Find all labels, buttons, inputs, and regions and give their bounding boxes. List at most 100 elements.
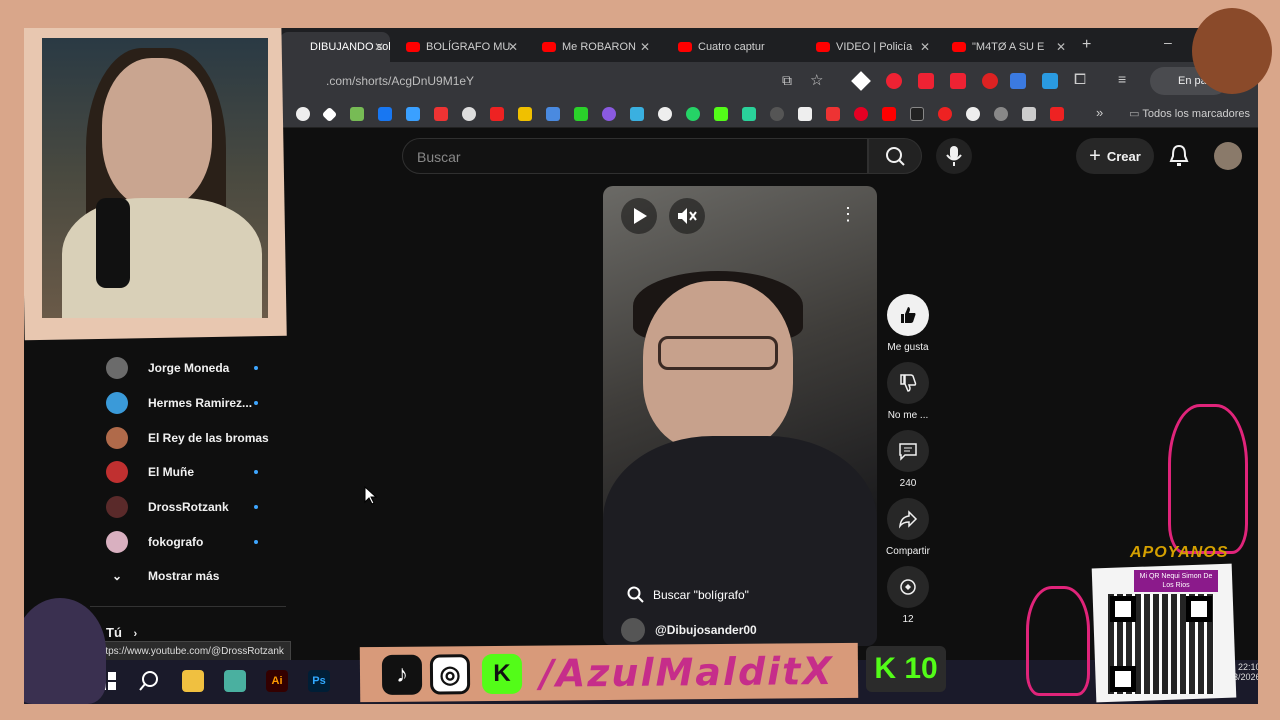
short-channel[interactable]: @Dibujosander00	[621, 618, 757, 642]
bookmark-icon[interactable]	[434, 107, 448, 121]
demon-doodle	[1026, 586, 1090, 696]
sidebar-subscription[interactable]: Hermes Ramirez...	[106, 389, 258, 417]
reading-list-icon[interactable]: ≡	[1118, 71, 1126, 87]
new-tab-icon[interactable]: +	[1082, 36, 1091, 54]
url-input[interactable]: .com/shorts/AcgDnU9M1eY	[326, 74, 474, 88]
bookmark-icon[interactable]	[658, 107, 672, 121]
bookmark-icon[interactable]	[1022, 107, 1036, 121]
taskbar-search-icon[interactable]	[138, 670, 160, 692]
extension-icon[interactable]	[851, 71, 871, 91]
close-tab-icon[interactable]: ✕	[1056, 40, 1066, 54]
sidebar-subscription[interactable]: fokografo	[106, 528, 258, 556]
bookmark-icon[interactable]	[490, 107, 504, 121]
grim-reaper-sticker	[14, 598, 106, 704]
extensions-puzzle-icon[interactable]: ⧠	[1074, 71, 1086, 88]
bookmark-icon[interactable]	[518, 107, 532, 121]
bookmark-icon[interactable]	[966, 107, 980, 121]
search-button[interactable]	[868, 138, 922, 174]
more-bookmarks-icon[interactable]: »	[1096, 105, 1103, 120]
file-explorer-icon[interactable]	[182, 670, 204, 692]
tab-4[interactable]: VIDEO | Policía ✕	[806, 32, 936, 62]
pinterest-icon[interactable]	[854, 107, 868, 121]
tab-1[interactable]: BOLÍGRAFO MU ✕	[396, 32, 524, 62]
bookmark-icon[interactable]	[826, 107, 840, 121]
like-button[interactable]: Me gusta	[886, 294, 930, 353]
extension-icon[interactable]	[886, 73, 902, 89]
bookmark-icon[interactable]	[321, 106, 338, 123]
notifications-bell-icon[interactable]	[1168, 144, 1190, 168]
show-more-button[interactable]: ⌄ Mostrar más	[106, 562, 219, 590]
streamer-webcam	[42, 38, 268, 318]
dislike-button[interactable]: No me ...	[886, 362, 930, 421]
subscription-name: DrossRotzank	[148, 500, 229, 514]
bookmark-icon[interactable]	[1050, 107, 1064, 121]
comment-icon	[887, 430, 929, 472]
bookmark-star-icon[interactable]: ☆	[810, 71, 823, 89]
whatsapp-icon[interactable]	[686, 107, 700, 121]
close-tab-icon[interactable]: ✕	[640, 40, 650, 54]
frame-left	[0, 0, 24, 720]
subscription-name: Hermes Ramirez...	[148, 396, 253, 410]
create-button[interactable]: + Crear	[1076, 138, 1154, 174]
sidebar-subscription[interactable]: El Rey de las bromas	[106, 424, 269, 452]
close-tab-icon[interactable]: ✕	[920, 40, 930, 54]
bookmark-icon[interactable]	[910, 107, 924, 121]
facebook-icon[interactable]	[378, 107, 392, 121]
search-input[interactable]: Buscar	[402, 138, 868, 174]
comments-button[interactable]: 240	[886, 430, 930, 489]
all-bookmarks-folder[interactable]: ▭ Todos los marcadores	[1129, 107, 1250, 120]
extension-icon[interactable]	[950, 73, 966, 89]
qr-finder	[1110, 596, 1136, 622]
tab-0[interactable]: DIBUJANDO sol ✕	[280, 32, 390, 62]
extension-icon[interactable]	[918, 73, 934, 89]
share-button[interactable]: Compartir	[886, 498, 930, 557]
bookmark-icon[interactable]	[798, 107, 812, 121]
bookmark-icon[interactable]	[630, 107, 644, 121]
mute-button[interactable]	[669, 198, 705, 234]
bookmark-icon[interactable]	[546, 107, 560, 121]
minimize-icon[interactable]: –	[1164, 34, 1172, 50]
illustrator-icon[interactable]: Ai	[266, 670, 288, 692]
tab-3[interactable]: Cuatro captur	[668, 32, 804, 62]
sidebar-subscription[interactable]: El Muñe	[106, 458, 258, 486]
sidebar-subscription[interactable]: DrossRotzank	[106, 493, 258, 521]
bookmark-icon[interactable]	[574, 107, 588, 121]
tab-2[interactable]: Me ROBARON ✕	[532, 32, 656, 62]
bookmark-icon[interactable]	[602, 107, 616, 121]
close-tab-icon[interactable]: ✕	[508, 40, 518, 54]
bookmark-icon[interactable]	[742, 107, 756, 121]
search-icon	[627, 586, 644, 603]
kick-icon[interactable]	[714, 107, 728, 121]
close-tab-icon[interactable]: ✕	[374, 40, 384, 54]
play-button[interactable]	[621, 198, 657, 234]
bookmark-icon[interactable]	[994, 107, 1008, 121]
account-avatar[interactable]	[1214, 142, 1242, 170]
bookmark-icon[interactable]	[350, 107, 364, 121]
more-options-icon[interactable]: ⋮	[839, 204, 857, 225]
bookmark-icon[interactable]	[406, 107, 420, 121]
sidebar-you-section[interactable]: Tú ›	[106, 625, 137, 640]
voice-search-button[interactable]	[936, 138, 972, 174]
short-search-suggestion[interactable]: Buscar "bolígrafo"	[627, 586, 749, 604]
bookmark-icon[interactable]	[462, 107, 476, 121]
bookmark-icon[interactable]	[770, 107, 784, 121]
remix-button[interactable]: 12	[886, 566, 930, 625]
tab-5[interactable]: "M4TØ A SU E ✕	[942, 32, 1072, 62]
webcam-person-shirt	[62, 198, 262, 318]
avatar	[106, 357, 128, 379]
bookmark-icon[interactable]	[296, 107, 310, 121]
photoshop-icon[interactable]: Ps	[308, 670, 330, 692]
support-heading: APOYANOS	[1130, 544, 1229, 561]
short-video-player[interactable]: ⋮ Buscar "bolígrafo" @Dibujosander00	[603, 186, 877, 646]
extension-icon[interactable]	[982, 73, 998, 89]
bookmark-icon[interactable]	[938, 107, 952, 121]
install-app-icon[interactable]: ⧉	[782, 72, 792, 89]
sidebar-subscription[interactable]: Jorge Moneda	[106, 354, 258, 382]
youtube-icon	[952, 42, 966, 52]
translate-icon[interactable]	[1010, 73, 1026, 89]
chrome-icon[interactable]	[224, 670, 246, 692]
social-banner: ♪ ◎ K /AzulMalditX	[359, 642, 859, 703]
youtube-icon[interactable]	[882, 107, 896, 121]
video-person-glasses	[658, 336, 778, 370]
extension-icon[interactable]	[1042, 73, 1058, 89]
